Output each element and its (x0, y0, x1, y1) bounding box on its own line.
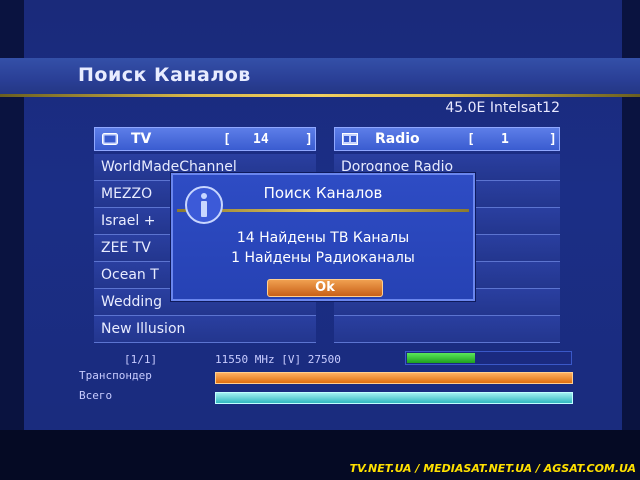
page-indicator: [1/1] (124, 353, 158, 366)
radio-panel-label: Radio (375, 131, 420, 147)
total-progress-bar (215, 392, 573, 404)
tv-bracket-open: [ (223, 132, 231, 147)
list-item[interactable] (334, 316, 560, 343)
dialog-tv-found: 14 Найдены ТВ Каналы (236, 230, 410, 246)
info-icon (185, 186, 223, 224)
transponder-info: 11550 MHz [V] 27500 (215, 353, 341, 366)
radio-bracket-close: ] (549, 132, 557, 147)
satellite-name: 45.0E Intelsat12 (445, 100, 560, 116)
radio-icon (342, 133, 358, 145)
tv-count: 14 (253, 132, 269, 147)
transponder-label: Транспондер (79, 369, 152, 382)
list-item[interactable]: New Illusion (94, 316, 316, 343)
ok-button[interactable]: Ok (267, 279, 383, 297)
dialog-radio-found: 1 Найдены Радиоканалы (231, 250, 415, 266)
radio-bracket-open: [ (467, 132, 475, 147)
radio-count: 1 (501, 132, 509, 147)
tv-panel-label: TV (131, 131, 152, 147)
transponder-progress-bar (215, 372, 573, 384)
tv-panel-header[interactable]: TV [ 14 ] (94, 127, 316, 151)
signal-level-fill (407, 353, 475, 363)
watermark: TV.NET.UA / MEDIASAT.NET.UA / AGSAT.COM.… (349, 462, 636, 475)
radio-panel-header[interactable]: Radio [ 1 ] (334, 127, 560, 151)
signal-level-bar (405, 351, 572, 365)
page-title: Поиск Каналов (78, 64, 251, 86)
tv-bracket-close: ] (305, 132, 313, 147)
title-divider (0, 94, 640, 97)
tv-icon (102, 133, 118, 145)
total-label: Всего (79, 389, 113, 402)
